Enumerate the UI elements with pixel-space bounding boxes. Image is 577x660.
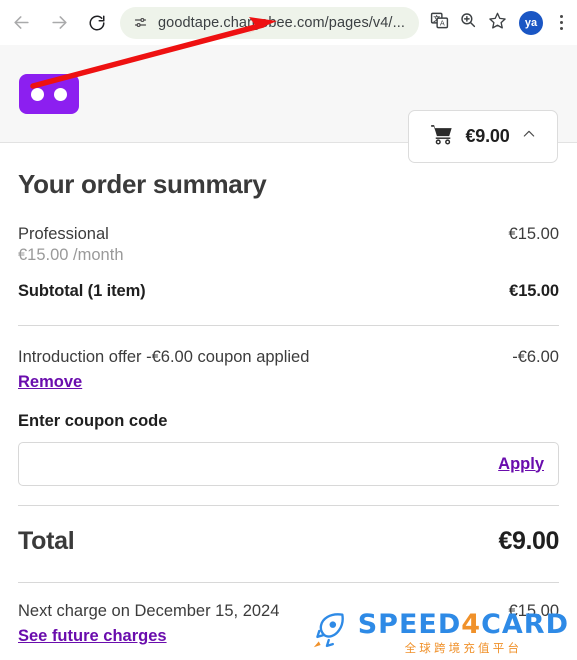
forward-arrow-icon bbox=[50, 13, 69, 32]
zoom-button[interactable] bbox=[455, 10, 481, 36]
reload-icon bbox=[88, 14, 106, 32]
profile-avatar[interactable]: ya bbox=[519, 10, 543, 35]
coupon-discount-value: -€6.00 bbox=[512, 348, 559, 366]
plan-name: Professional bbox=[18, 225, 109, 243]
total-label: Total bbox=[18, 527, 75, 555]
back-arrow-icon bbox=[12, 13, 31, 32]
url-text: goodtape.chargebee.com/pages/v4/... bbox=[158, 14, 405, 31]
reload-button[interactable] bbox=[80, 6, 114, 40]
coupon-applied-row: Introduction offer -€6.00 coupon applied… bbox=[18, 348, 559, 367]
divider-after-subtotal bbox=[18, 325, 559, 326]
bookmark-button[interactable] bbox=[484, 10, 510, 36]
divider-before-next-charge bbox=[18, 582, 559, 583]
svg-text:A: A bbox=[439, 18, 444, 27]
logo-reel-right-icon bbox=[54, 87, 67, 101]
next-charge-text: Next charge on December 15, 2024 bbox=[18, 602, 280, 620]
coupon-description: Introduction offer -€6.00 coupon applied bbox=[18, 348, 310, 366]
subtotal-value: €15.00 bbox=[509, 282, 559, 300]
remove-coupon-link[interactable]: Remove bbox=[18, 373, 82, 392]
zoom-search-icon bbox=[459, 11, 477, 34]
plan-price: €15.00 bbox=[508, 225, 559, 243]
goodtape-logo[interactable] bbox=[19, 74, 79, 114]
subtotal-label: Subtotal (1 item) bbox=[18, 282, 146, 300]
forward-button[interactable] bbox=[42, 6, 76, 40]
browser-menu-button[interactable] bbox=[550, 15, 572, 30]
apply-coupon-link[interactable]: Apply bbox=[498, 455, 558, 474]
total-row: Total €9.00 bbox=[18, 527, 559, 556]
back-button[interactable] bbox=[4, 6, 38, 40]
plan-recurrence: €15.00 /month bbox=[18, 246, 124, 264]
kebab-menu-icon bbox=[559, 15, 563, 18]
page-root: goodtape.chargebee.com/pages/v4/... 文 A bbox=[0, 0, 577, 660]
page-title: Your order summary bbox=[18, 169, 267, 199]
next-charge-row: Next charge on December 15, 2024 €15.00 bbox=[18, 602, 559, 621]
see-future-charges-link[interactable]: See future charges bbox=[18, 627, 167, 646]
coupon-input-label: Enter coupon code bbox=[18, 412, 168, 430]
logo-reel-left-icon bbox=[31, 87, 44, 101]
site-header: €9.00 bbox=[0, 45, 577, 163]
order-summary-panel: Your order summary Professional €15.00 €… bbox=[0, 143, 577, 646]
divider-before-total bbox=[18, 505, 559, 506]
site-settings-icon[interactable] bbox=[130, 13, 150, 33]
total-value: €9.00 bbox=[498, 527, 559, 555]
coupon-input-wrapper[interactable]: Apply bbox=[18, 442, 559, 486]
browser-toolbar: goodtape.chargebee.com/pages/v4/... 文 A bbox=[0, 0, 577, 45]
subtotal-row: Subtotal (1 item) €15.00 bbox=[18, 282, 559, 301]
translate-button[interactable]: 文 A bbox=[426, 10, 452, 36]
avatar-initials: ya bbox=[524, 16, 538, 29]
next-charge-value: €15.00 bbox=[508, 602, 559, 620]
coupon-code-input[interactable] bbox=[19, 443, 499, 485]
bookmark-star-icon bbox=[488, 11, 507, 35]
address-bar[interactable]: goodtape.chargebee.com/pages/v4/... bbox=[120, 6, 419, 39]
translate-icon: 文 A bbox=[430, 11, 449, 35]
line-item-plan: Professional €15.00 bbox=[18, 225, 559, 244]
